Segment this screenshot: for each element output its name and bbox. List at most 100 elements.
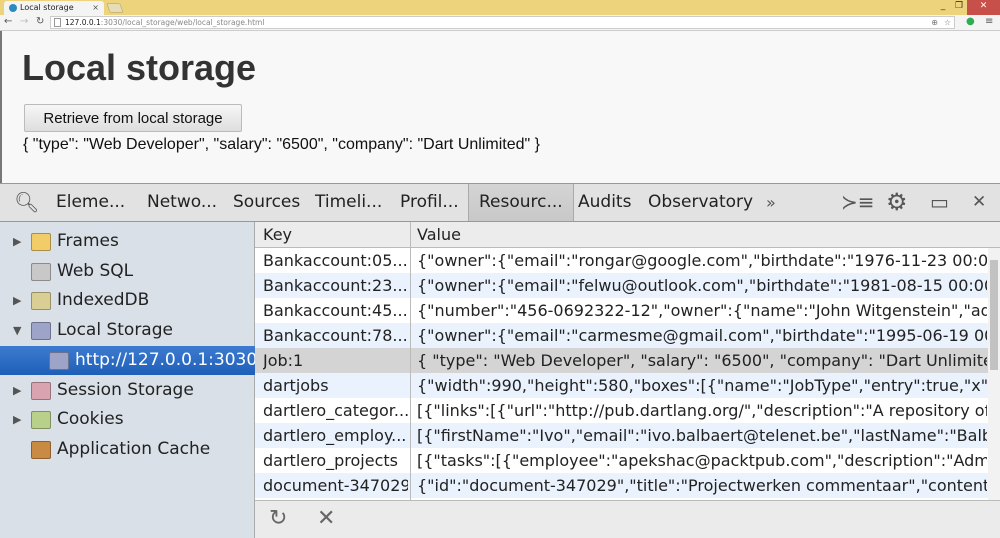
sidebar-item[interactable]: ▼ Local Storage <box>0 316 255 345</box>
sidebar-item[interactable]: ▶ IndexedDB <box>0 286 255 315</box>
devtools-tab[interactable]: Resourc... <box>468 184 574 221</box>
url-input[interactable]: 127.0.0.1:3030/local_storage/web/local_s… <box>50 16 955 29</box>
sidebar-item-label: http://127.0.0.1:3030 <box>75 349 258 370</box>
key-cell: dartjobs <box>263 376 329 395</box>
column-header-value[interactable]: Value <box>417 222 987 248</box>
table-row[interactable]: Job:1 { "type": "Web Developer", "salary"… <box>255 348 988 373</box>
menu-icon[interactable]: ≡ <box>985 16 993 27</box>
dock-icon[interactable]: ▭ <box>930 184 949 221</box>
delete-icon[interactable]: ✕ <box>317 506 335 531</box>
value-cell: {"owner":{"email":"rongar@google.com","b… <box>417 251 987 270</box>
close-icon[interactable]: ✕ <box>972 184 986 221</box>
table-row[interactable]: Bankaccount:45... {"number":"456-0692322-… <box>255 298 988 323</box>
bookmark-star-icon[interactable]: ☆ <box>944 17 951 28</box>
sidebar-item-label: Session Storage <box>57 379 194 400</box>
retrieve-button[interactable]: Retrieve from local storage <box>24 104 242 132</box>
devtools-tab[interactable]: Sources <box>223 184 310 221</box>
expander-icon[interactable]: ▶ <box>13 286 21 315</box>
sidebar-item[interactable]: Web SQL <box>0 257 255 286</box>
sidebar-item-label: Cookies <box>57 409 124 430</box>
sidebar-item-label: IndexedDB <box>57 290 150 311</box>
table-row[interactable]: dartlero_categor... [{"links":[{"url":"ht… <box>255 398 988 423</box>
database-icon <box>31 292 51 311</box>
table-row[interactable]: dartlero_projects [{"tasks":[{"employee":… <box>255 448 988 473</box>
cache-grid-icon <box>31 440 51 459</box>
value-cell: {"id":"document-347029","title":"Project… <box>417 476 987 495</box>
sidebar-item[interactable]: Application Cache <box>0 435 255 464</box>
forward-icon[interactable]: → <box>20 16 28 27</box>
key-cell: Bankaccount:45... <box>263 301 408 320</box>
page-content: Local storage Retrieve from local storag… <box>0 31 1000 183</box>
sidebar-item-label: Local Storage <box>57 320 173 341</box>
page-title: Local storage <box>22 47 257 88</box>
expander-icon[interactable]: ▶ <box>13 405 21 434</box>
column-divider[interactable] <box>410 222 411 500</box>
sidebar-item[interactable]: http://127.0.0.1:3030 <box>0 345 258 375</box>
storage-table: Key Value Bankaccount:05... {"owner":{"em… <box>255 222 1000 500</box>
console-drawer-icon[interactable]: ≻≡ <box>841 184 875 221</box>
search-icon[interactable]: 🔍︎ <box>14 184 39 221</box>
sidebar-item[interactable]: ▶ Frames <box>0 227 255 256</box>
cookie-icon <box>31 411 51 430</box>
expander-icon[interactable]: ▶ <box>13 376 21 405</box>
url-host: 127.0.0.1 <box>65 18 101 27</box>
value-cell: {"owner":{"email":"felwu@outlook.com","b… <box>417 276 987 295</box>
key-cell: Bankaccount:78... <box>263 326 408 345</box>
tab-close-icon[interactable]: × <box>92 1 99 15</box>
sidebar-item-label: Frames <box>57 231 119 251</box>
browser-tab[interactable]: Local storage × <box>4 1 104 15</box>
minimize-icon[interactable]: _ <box>935 0 951 15</box>
value-cell: [{"tasks":[{"employee":"apekshac@packtpu… <box>417 451 987 470</box>
devtools-tab[interactable]: Audits <box>568 184 641 221</box>
window-close-icon[interactable]: ✕ <box>967 0 1000 15</box>
expander-icon[interactable]: ▶ <box>13 227 21 256</box>
sidebar-item-label: Web SQL <box>57 260 134 281</box>
sidebar-item-label: Application Cache <box>57 438 211 459</box>
table-row[interactable]: dartlero_employ... [{"firstName":"Ivo","e… <box>255 423 988 448</box>
key-cell: dartlero_categor... <box>263 401 408 420</box>
new-tab-button[interactable] <box>106 3 124 13</box>
gear-icon[interactable]: ⚙ <box>886 184 908 221</box>
folder-icon <box>31 233 51 251</box>
reload-icon[interactable]: ↻ <box>36 16 44 27</box>
table-row[interactable]: Bankaccount:05... {"owner":{"email":"rong… <box>255 248 988 273</box>
back-icon[interactable]: ← <box>4 16 12 27</box>
table-header: Key Value <box>255 222 1000 248</box>
expander-icon[interactable]: ▼ <box>13 316 21 345</box>
database-icon <box>31 262 51 281</box>
address-toolbar: ← → ↻ 127.0.0.1:3030/local_storage/web/l… <box>0 15 1000 31</box>
refresh-icon[interactable]: ↻ <box>269 506 287 531</box>
column-header-key[interactable]: Key <box>263 222 408 248</box>
more-tabs-icon[interactable]: » <box>766 184 776 221</box>
output-text: { "type": "Web Developer", "salary": "65… <box>23 136 540 153</box>
devtools-tab[interactable]: Eleme... <box>46 184 135 221</box>
scrollbar-thumb[interactable] <box>990 260 998 370</box>
scrollbar[interactable] <box>988 248 1000 500</box>
devtools-tab[interactable]: Profil... <box>390 184 469 221</box>
table-row[interactable]: dartjobs {"width":990,"height":580,"boxes… <box>255 373 988 398</box>
value-cell: [{"firstName":"Ivo","email":"ivo.balbaer… <box>417 426 987 445</box>
sidebar-item[interactable]: ▶ Session Storage <box>0 376 255 405</box>
sidebar-item[interactable]: ▶ Cookies <box>0 405 255 434</box>
key-cell: dartlero_projects <box>263 451 398 470</box>
extension-icon[interactable]: ● <box>966 16 975 27</box>
key-cell: Job:1 <box>263 351 304 370</box>
devtools-tab[interactable]: Timeli... <box>305 184 392 221</box>
key-cell: document-347029 <box>263 476 408 495</box>
table-row[interactable]: document-347029 {"id":"document-347029","… <box>255 473 988 498</box>
value-cell: {"width":990,"height":580,"boxes":[{"nam… <box>417 376 987 395</box>
value-cell: {"number":"456-0692322-12","owner":{"nam… <box>417 301 987 320</box>
value-cell: { "type": "Web Developer", "salary": "65… <box>417 351 987 370</box>
table-row[interactable]: Bankaccount:23... {"owner":{"email":"felw… <box>255 273 988 298</box>
devtools-tab[interactable]: Observatory <box>638 184 763 221</box>
storage-footer: ↻ ✕ <box>255 500 1000 538</box>
devtools-toolbar: 🔍︎ Eleme... Netwo... Sources Timeli... Profi… <box>0 183 1000 222</box>
tab-title: Local storage <box>20 3 74 12</box>
devtools-tab[interactable]: Netwo... <box>137 184 227 221</box>
table-row[interactable]: Bankaccount:78... {"owner":{"email":"carm… <box>255 323 988 348</box>
zoom-icon[interactable]: ⊕ <box>931 17 938 28</box>
restore-icon[interactable]: ❐ <box>951 0 967 15</box>
url-path: :3030/local_storage/web/local_storage.ht… <box>100 18 265 27</box>
resources-sidebar: ▶ Frames Web SQL ▶ IndexedDB ▼ Local Stora… <box>0 222 258 538</box>
key-cell: Bankaccount:23... <box>263 276 408 295</box>
